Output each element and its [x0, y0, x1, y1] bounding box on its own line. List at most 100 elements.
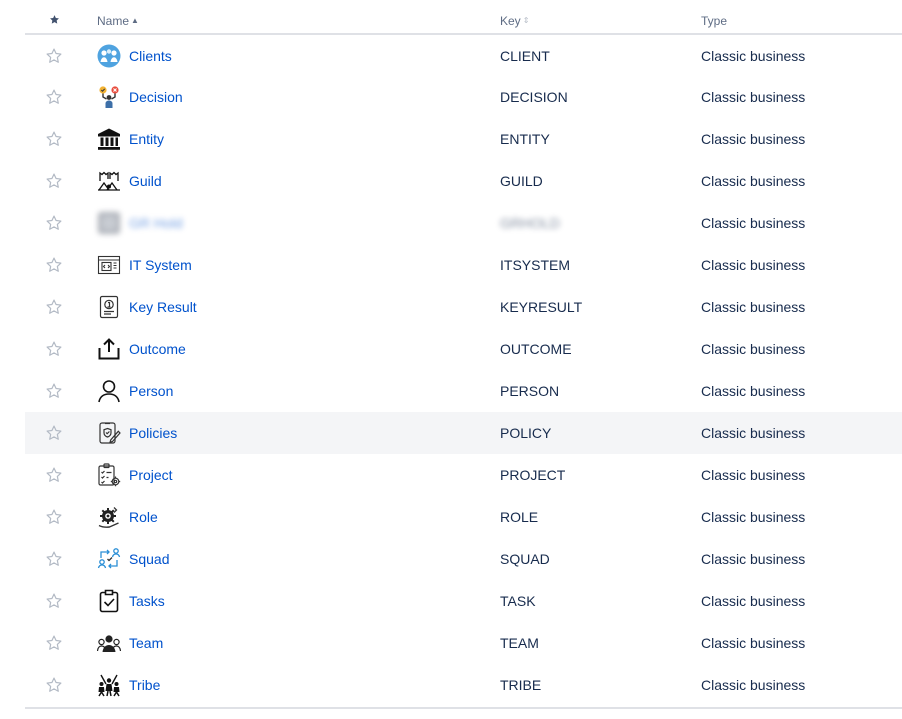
star-outline-icon[interactable]: [45, 382, 63, 400]
project-key-cell: TASK: [500, 593, 536, 609]
favourite-column-header[interactable]: [25, 8, 97, 35]
star-outline-icon[interactable]: [45, 676, 63, 694]
it-system-icon[interactable]: [97, 253, 121, 277]
favourite-cell: [25, 664, 97, 706]
table-row[interactable]: Decision DECISION Classic business: [25, 76, 902, 118]
star-outline-icon[interactable]: [45, 340, 63, 358]
star-outline-icon[interactable]: [45, 634, 63, 652]
project-type-cell: Classic business: [701, 215, 806, 231]
table-row[interactable]: Tribe TRIBE Classic business: [25, 664, 902, 706]
favourite-cell: [25, 328, 97, 370]
project-key-cell: TRIBE: [500, 677, 542, 693]
star-outline-icon[interactable]: [45, 550, 63, 568]
policies-icon[interactable]: [97, 421, 121, 445]
favourite-cell: [25, 622, 97, 664]
project-name-link[interactable]: Project: [129, 467, 173, 483]
project-icon[interactable]: [97, 463, 121, 487]
table-row[interactable]: Policies POLICY Classic business: [25, 412, 902, 454]
table-row[interactable]: Person PERSON Classic business: [25, 370, 902, 412]
projects-table: Name ▲ Key ⇕ Type Clients CLIENT Classic bus…: [25, 8, 902, 706]
project-name-link[interactable]: Role: [129, 509, 158, 525]
favourite-cell: [25, 244, 97, 286]
project-name-link[interactable]: Squad: [129, 551, 169, 567]
project-name-link[interactable]: Entity: [129, 131, 164, 147]
project-name-cell: Guild: [97, 160, 500, 202]
project-name-link[interactable]: Person: [129, 383, 173, 399]
project-name-link[interactable]: Tasks: [129, 593, 165, 609]
table-row[interactable]: IT System ITSYSTEM Classic business: [25, 244, 902, 286]
project-key-cell: CLIENT: [500, 47, 550, 64]
project-type-cell: Classic business: [701, 425, 806, 441]
star-outline-icon[interactable]: [45, 424, 63, 442]
project-name-cell: Policies: [97, 412, 500, 454]
star-outline-icon[interactable]: [45, 172, 63, 190]
project-name-link[interactable]: Guild: [129, 173, 162, 189]
table-row[interactable]: Key Result KEYRESULT Classic business: [25, 286, 902, 328]
favourite-cell: [25, 160, 97, 202]
project-name-cell: Key Result: [97, 286, 500, 328]
star-outline-icon[interactable]: [45, 214, 63, 232]
table-row[interactable]: GR Hold GRHOLD Classic business: [25, 202, 902, 244]
project-key-cell: ENTITY: [500, 131, 550, 147]
project-name-cell: Squad: [97, 538, 500, 580]
key-column-header[interactable]: Key ⇕: [500, 8, 701, 35]
project-name-cell: Project: [97, 454, 500, 496]
favourite-cell: [25, 370, 97, 412]
decision-icon[interactable]: [97, 85, 121, 109]
table-row[interactable]: Clients CLIENT Classic business: [25, 34, 902, 76]
team-icon[interactable]: [97, 631, 121, 655]
project-key-cell: ITSYSTEM: [500, 257, 571, 273]
star-outline-icon[interactable]: [45, 130, 63, 148]
tribe-icon[interactable]: [97, 673, 121, 697]
project-name-link[interactable]: IT System: [129, 257, 192, 273]
squad-icon[interactable]: [97, 547, 121, 571]
table-header-row: Name ▲ Key ⇕ Type: [25, 8, 902, 35]
project-type-cell: Classic business: [701, 635, 806, 651]
favourite-cell: [25, 580, 97, 622]
name-column-header[interactable]: Name ▲: [97, 8, 500, 35]
person-icon[interactable]: [97, 379, 121, 403]
sort-asc-icon: ▲: [131, 15, 139, 25]
table-row[interactable]: Project PROJECT Classic business: [25, 454, 902, 496]
project-name-cell: Tasks: [97, 580, 500, 622]
project-name-link[interactable]: Clients: [129, 48, 172, 64]
star-outline-icon[interactable]: [45, 298, 63, 316]
guild-icon[interactable]: [97, 169, 121, 193]
project-type-cell: Classic business: [701, 89, 806, 105]
table-row[interactable]: Entity ENTITY Classic business: [25, 118, 902, 160]
project-name-link[interactable]: Tribe: [129, 677, 160, 693]
table-row[interactable]: Tasks TASK Classic business: [25, 580, 902, 622]
star-outline-icon[interactable]: [45, 47, 63, 65]
project-type-cell: Classic business: [701, 47, 806, 64]
type-column-header: Type: [701, 8, 902, 35]
project-key-cell: ROLE: [500, 509, 539, 525]
star-outline-icon[interactable]: [45, 466, 63, 484]
table-row[interactable]: Team TEAM Classic business: [25, 622, 902, 664]
outcome-icon[interactable]: [97, 337, 121, 361]
project-name-link[interactable]: Policies: [129, 425, 177, 441]
table-row[interactable]: Outcome OUTCOME Classic business: [25, 328, 902, 370]
role-icon[interactable]: [97, 505, 121, 529]
star-outline-icon[interactable]: [45, 256, 63, 274]
project-name-link[interactable]: GR Hold: [129, 215, 183, 231]
key-result-icon[interactable]: [97, 295, 121, 319]
clients-icon[interactable]: [97, 44, 121, 68]
projects-page: Name ▲ Key ⇕ Type Clients CLIENT Classic bus…: [0, 0, 902, 719]
tasks-icon[interactable]: [97, 589, 121, 613]
project-type-cell: Classic business: [701, 173, 806, 189]
star-outline-icon[interactable]: [45, 592, 63, 610]
project-name-link[interactable]: Outcome: [129, 341, 186, 357]
star-outline-icon[interactable]: [45, 88, 63, 106]
project-name-link[interactable]: Team: [129, 635, 163, 651]
project-name-link[interactable]: Decision: [129, 89, 183, 105]
table-row[interactable]: Squad SQUAD Classic business: [25, 538, 902, 580]
table-row[interactable]: Role ROLE Classic business: [25, 496, 902, 538]
star-outline-icon[interactable]: [45, 508, 63, 526]
blurred-icon[interactable]: [97, 211, 121, 235]
table-row[interactable]: Guild GUILD Classic business: [25, 160, 902, 202]
project-key-cell: PROJECT: [500, 467, 566, 483]
project-key-cell: GRHOLD: [500, 215, 560, 231]
entity-icon[interactable]: [97, 127, 121, 151]
project-name-link[interactable]: Key Result: [129, 299, 197, 315]
table-bottom-divider: [25, 707, 902, 709]
